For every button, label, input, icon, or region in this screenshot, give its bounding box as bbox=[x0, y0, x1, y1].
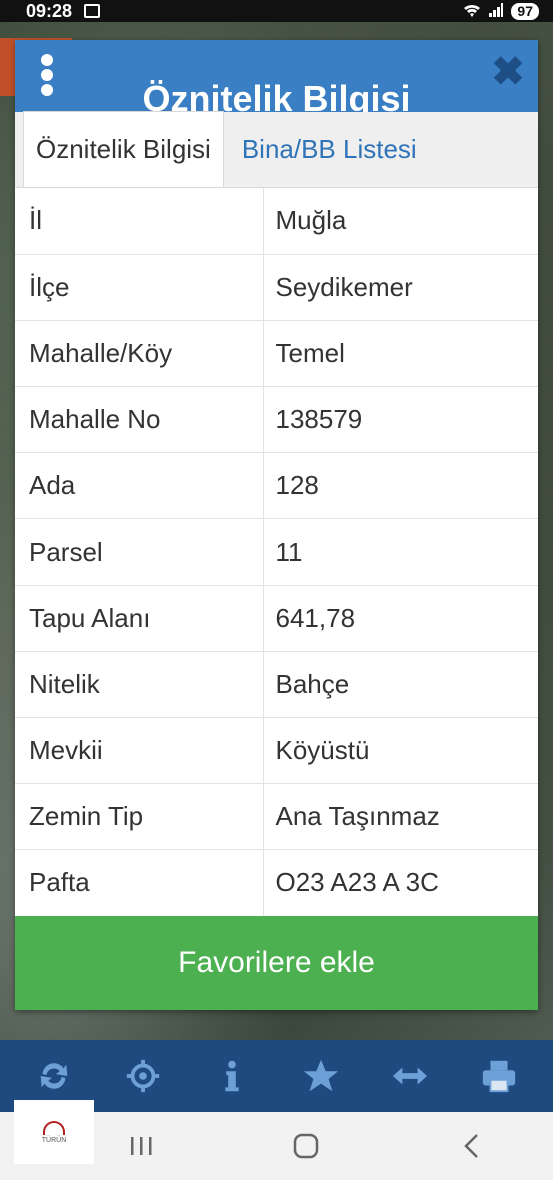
measure-icon[interactable] bbox=[387, 1053, 433, 1099]
table-row: Pafta O23 A23 A 3C bbox=[15, 849, 538, 917]
attribute-dialog: Öznitelik Bilgisi ✖ Öznitelik Bilgisi Bi… bbox=[15, 40, 538, 1010]
row-value: Muğla bbox=[263, 188, 538, 255]
row-key: Nitelik bbox=[15, 651, 264, 719]
row-value: 641,78 bbox=[263, 585, 538, 652]
star-icon[interactable] bbox=[298, 1053, 344, 1099]
row-value: O23 A23 A 3C bbox=[263, 849, 538, 917]
signal-icon bbox=[489, 2, 504, 20]
home-icon[interactable] bbox=[276, 1121, 336, 1171]
status-bar: 09:28 97 bbox=[0, 0, 553, 22]
table-row: Mevkii Köyüstü bbox=[15, 717, 538, 785]
table-row: Nitelik Bahçe bbox=[15, 651, 538, 719]
add-to-favorites-button[interactable]: Favorilere ekle bbox=[15, 916, 538, 1010]
row-key: Ada bbox=[15, 452, 264, 520]
table-row: Ada 128 bbox=[15, 452, 538, 520]
battery-indicator: 97 bbox=[511, 2, 539, 20]
row-key: Mahalle No bbox=[15, 386, 264, 454]
sim-icon bbox=[84, 4, 101, 18]
dialog-title: Öznitelik Bilgisi bbox=[142, 78, 411, 112]
tab-building-list[interactable]: Bina/BB Listesi bbox=[224, 111, 429, 187]
row-value: Temel bbox=[263, 320, 538, 388]
print-icon[interactable] bbox=[476, 1053, 522, 1099]
table-row: İlçe Seydikemer bbox=[15, 254, 538, 321]
dialog-header: Öznitelik Bilgisi ✖ bbox=[15, 40, 538, 112]
row-key: Zemin Tip bbox=[15, 783, 264, 851]
row-key: Mahalle/Köy bbox=[15, 320, 264, 388]
row-value: Bahçe bbox=[263, 651, 538, 719]
close-icon[interactable]: ✖ bbox=[490, 52, 526, 92]
table-row: Tapu Alanı 641,78 bbox=[15, 585, 538, 652]
back-icon[interactable] bbox=[441, 1121, 501, 1171]
table-row: Mahalle No 138579 bbox=[15, 386, 538, 454]
table-row: Zemin Tip Ana Taşınmaz bbox=[15, 783, 538, 851]
logo-mark bbox=[43, 1120, 65, 1135]
row-value: Seydikemer bbox=[263, 254, 538, 321]
info-icon[interactable] bbox=[209, 1053, 255, 1099]
attribute-table: İl Muğla İlçe Seydikemer Mahalle/Köy Temel … bbox=[15, 188, 538, 917]
watermark-logo: TÜRÜN bbox=[14, 1100, 94, 1164]
row-key: Pafta bbox=[15, 849, 264, 917]
tab-attribute-info[interactable]: Öznitelik Bilgisi bbox=[23, 111, 224, 187]
row-value: 128 bbox=[263, 452, 538, 520]
table-row: Parsel 11 bbox=[15, 518, 538, 586]
recent-apps-icon[interactable] bbox=[112, 1121, 172, 1171]
status-time: 09:28 bbox=[26, 0, 73, 21]
row-key: İlçe bbox=[15, 254, 264, 321]
row-key: Tapu Alanı bbox=[15, 585, 264, 652]
status-indicators: 97 bbox=[463, 2, 539, 20]
locate-icon[interactable] bbox=[120, 1053, 166, 1099]
row-key: Parsel bbox=[15, 518, 264, 586]
tab-bar: Öznitelik Bilgisi Bina/BB Listesi bbox=[15, 111, 538, 188]
wifi-icon bbox=[463, 3, 481, 20]
row-key: İl bbox=[15, 188, 264, 255]
row-value: 11 bbox=[263, 518, 538, 586]
row-value: 138579 bbox=[263, 386, 538, 454]
row-value: Ana Taşınmaz bbox=[263, 783, 538, 851]
refresh-icon[interactable] bbox=[31, 1053, 77, 1099]
table-row: Mahalle/Köy Temel bbox=[15, 320, 538, 388]
logo-text: TÜRÜN bbox=[41, 1136, 67, 1144]
row-key: Mevkii bbox=[15, 717, 264, 785]
table-row: İl Muğla bbox=[15, 188, 538, 255]
row-value: Köyüstü bbox=[263, 717, 538, 785]
